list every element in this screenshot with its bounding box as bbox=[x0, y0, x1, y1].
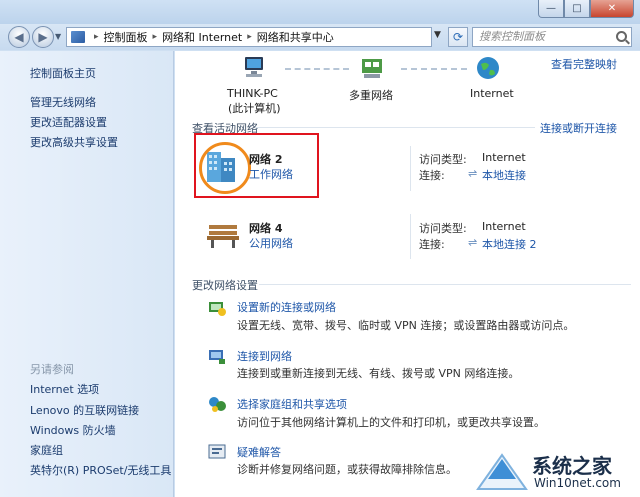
window-controls: — □ ✕ bbox=[538, 0, 634, 18]
see-also-heading: 另请参阅 bbox=[30, 363, 74, 376]
recent-pages-dropdown-icon[interactable]: ▼ bbox=[55, 32, 61, 41]
multiple-networks-icon bbox=[362, 59, 382, 78]
control-panel-icon bbox=[71, 31, 85, 43]
see-also-internet-options[interactable]: Internet 选项 bbox=[30, 381, 99, 397]
watermark-logo-icon bbox=[476, 453, 528, 490]
search-placeholder: 搜索控制面板 bbox=[479, 30, 545, 43]
task-setup-connection[interactable]: 设置新的连接或网络 bbox=[237, 299, 336, 315]
forward-button[interactable]: ▶ bbox=[32, 26, 54, 48]
watermark-brand: 系统之家 bbox=[532, 454, 612, 478]
task-homegroup[interactable]: 选择家庭组和共享选项 bbox=[237, 396, 347, 412]
task-connect-network[interactable]: 连接到网络 bbox=[237, 348, 292, 364]
internet-globe-icon bbox=[477, 57, 499, 79]
change-settings-heading: 更改网络设置 bbox=[192, 279, 258, 292]
divider bbox=[410, 146, 411, 191]
divider bbox=[410, 214, 411, 259]
site-watermark: 系统之家 Win10net.com bbox=[470, 443, 640, 497]
setup-connection-icon bbox=[209, 302, 226, 316]
divider bbox=[259, 284, 631, 285]
map-node-sub-computer: (此计算机) bbox=[228, 102, 281, 115]
task-troubleshoot[interactable]: 疑难解答 bbox=[237, 444, 281, 460]
access-type-value: Internet bbox=[482, 151, 526, 164]
homegroup-icon bbox=[209, 397, 226, 412]
sidebar-link-adapter-settings[interactable]: 更改适配器设置 bbox=[30, 114, 107, 130]
network-name: 网络 4 bbox=[249, 222, 283, 235]
task-description: 访问位于其他网络计算机上的文件和打印机，或更改共享设置。 bbox=[237, 416, 545, 429]
connections-label: 连接: bbox=[419, 169, 445, 182]
view-full-map-link[interactable]: 查看完整映射 bbox=[551, 56, 617, 72]
divider bbox=[255, 127, 535, 128]
connect-network-icon bbox=[209, 350, 225, 364]
map-connector bbox=[285, 68, 349, 70]
search-input[interactable]: 搜索控制面板 bbox=[472, 27, 632, 47]
minimize-button[interactable]: — bbox=[538, 0, 564, 18]
see-also-intel-proset[interactable]: 英特尔(R) PROSet/无线工具 bbox=[30, 462, 171, 478]
watermark-url: Win10net.com bbox=[534, 476, 621, 490]
sidebar-link-advanced-sharing[interactable]: 更改高级共享设置 bbox=[30, 134, 118, 150]
breadcrumb-control-panel[interactable]: 控制面板 bbox=[104, 29, 148, 45]
ethernet-icon: ⇌ bbox=[468, 167, 478, 180]
sidebar-link-manage-wireless[interactable]: 管理无线网络 bbox=[30, 94, 96, 110]
sidebar-link-home[interactable]: 控制面板主页 bbox=[30, 65, 96, 81]
task-description: 设置无线、宽带、拨号、临时或 VPN 连接；或设置路由器或访问点。 bbox=[237, 319, 575, 332]
breadcrumb-sharing-center[interactable]: 网络和共享中心 bbox=[257, 29, 334, 45]
refresh-button[interactable]: ⟳ bbox=[448, 27, 468, 47]
troubleshoot-icon bbox=[208, 444, 226, 459]
connect-disconnect-link[interactable]: 连接或断开连接 bbox=[540, 120, 617, 136]
breadcrumb-separator-icon[interactable]: ▸ bbox=[94, 32, 99, 42]
see-also-lenovo-links[interactable]: Lenovo 的互联网链接 bbox=[30, 402, 139, 418]
map-node-name-networks: 多重网络 bbox=[349, 89, 393, 102]
task-description: 连接到或重新连接到无线、有线、拨号或 VPN 网络连接。 bbox=[237, 367, 520, 380]
see-also-firewall[interactable]: Windows 防火墙 bbox=[30, 422, 116, 438]
breadcrumb-network-internet[interactable]: 网络和 Internet bbox=[162, 29, 242, 45]
public-network-bench-icon bbox=[207, 225, 239, 248]
title-bar: — □ ✕ bbox=[0, 0, 640, 24]
map-node-name-computer: THINK-PC bbox=[227, 87, 278, 100]
search-icon[interactable] bbox=[616, 31, 627, 42]
access-type-label: 访问类型: bbox=[419, 222, 467, 235]
breadcrumb-separator-icon[interactable]: ▸ bbox=[153, 32, 158, 42]
maximize-button[interactable]: □ bbox=[564, 0, 590, 18]
map-connector bbox=[401, 68, 467, 70]
main-pane: 查看完整映射 THINK-PC (此计算机) 多重网络 Internet 查看活… bbox=[175, 51, 640, 497]
map-node-name-internet: Internet bbox=[470, 87, 514, 100]
navigation-bar: ◀ ▶ ▼ ▸ 控制面板 ▸ 网络和 Internet ▸ 网络和共享中心 ▼ … bbox=[0, 24, 640, 50]
access-type-value: Internet bbox=[482, 220, 526, 233]
access-type-label: 访问类型: bbox=[419, 153, 467, 166]
network-type-link[interactable]: 工作网络 bbox=[249, 166, 293, 182]
task-description: 诊断并修复网络问题，或获得故障排除信息。 bbox=[237, 463, 457, 476]
back-button[interactable]: ◀ bbox=[8, 26, 30, 48]
close-button[interactable]: ✕ bbox=[590, 0, 634, 18]
local-connection-link[interactable]: 本地连接 bbox=[482, 167, 526, 183]
network-name: 网络 2 bbox=[249, 153, 283, 166]
see-also-homegroup[interactable]: 家庭组 bbox=[30, 442, 63, 458]
address-dropdown-icon[interactable]: ▼ bbox=[434, 30, 441, 40]
computer-icon bbox=[245, 57, 263, 77]
ethernet-icon: ⇌ bbox=[468, 236, 478, 249]
network-type-link[interactable]: 公用网络 bbox=[249, 235, 293, 251]
address-bar[interactable]: ▸ 控制面板 ▸ 网络和 Internet ▸ 网络和共享中心 bbox=[66, 27, 432, 47]
sidebar: 控制面板主页 管理无线网络 更改适配器设置 更改高级共享设置 另请参阅 Inte… bbox=[0, 51, 174, 497]
local-connection-link[interactable]: 本地连接 2 bbox=[482, 236, 537, 252]
connections-label: 连接: bbox=[419, 238, 445, 251]
breadcrumb-separator-icon[interactable]: ▸ bbox=[247, 32, 252, 42]
